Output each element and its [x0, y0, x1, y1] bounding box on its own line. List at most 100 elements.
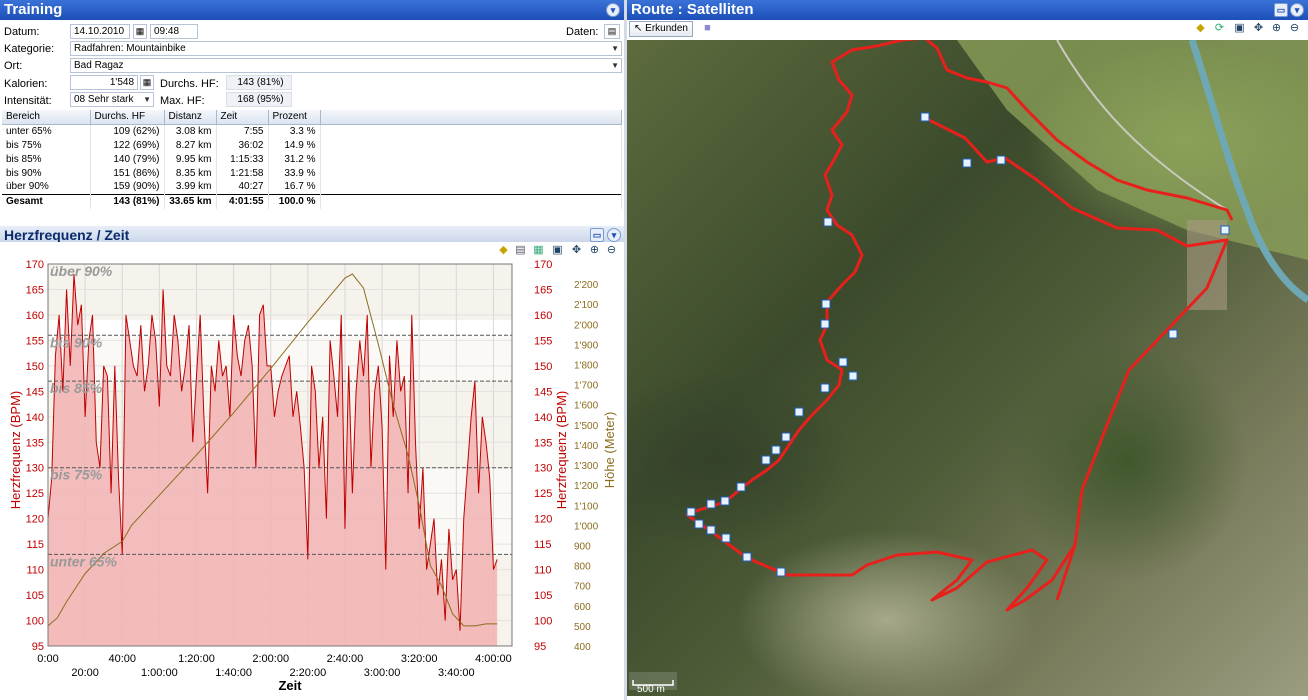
- kategorie-label: Kategorie:: [4, 43, 55, 55]
- time-field[interactable]: 09:48: [150, 24, 198, 39]
- cell: [320, 152, 622, 166]
- table-row[interactable]: unter 65% 109 (62%) 3.08 km 7:55 3.3 %: [2, 124, 622, 138]
- y2-tick-label: 1'400: [574, 441, 599, 452]
- cell: 151 (86%): [90, 166, 165, 180]
- calendar-icon[interactable]: ▦: [133, 24, 147, 39]
- x-tick-label: 1:00:00: [141, 667, 178, 679]
- col-durchs-hf[interactable]: Durchs. HF: [90, 110, 165, 125]
- col-zeit[interactable]: Zeit: [216, 110, 269, 125]
- datum-label: Datum:: [4, 26, 40, 38]
- layout-icon[interactable]: ▭: [1274, 3, 1288, 17]
- ort-label: Ort:: [4, 60, 23, 72]
- intensitaet-select[interactable]: 08 Sehr stark ▼: [70, 92, 154, 107]
- save-icon[interactable]: ▣: [551, 244, 564, 257]
- scale-label: 500 m: [637, 684, 665, 695]
- route-title: Route : Satelliten: [631, 1, 754, 18]
- y-tick-label-right: 105: [534, 590, 552, 602]
- y-tick-label-right: 110: [534, 565, 552, 577]
- y-tick-label: 95: [32, 641, 44, 653]
- refresh-icon[interactable]: ⟳: [1213, 22, 1226, 35]
- y-tick-label-right: 155: [534, 335, 552, 347]
- collapse-chevron-icon[interactable]: ▾: [1290, 3, 1304, 17]
- cell: 31.2 %: [268, 152, 321, 166]
- y-tick-label: 155: [26, 335, 44, 347]
- y2-tick-label: 900: [574, 541, 591, 552]
- y2-tick-label: 1'700: [574, 381, 599, 392]
- cell: 3.08 km: [164, 124, 217, 138]
- cell: 122 (69%): [90, 138, 165, 152]
- cell: bis 90%: [2, 166, 91, 180]
- calculator-icon[interactable]: ▦: [140, 75, 154, 90]
- y2-tick-label: 1'000: [574, 521, 599, 532]
- zoom-in-icon[interactable]: ⊕: [588, 244, 601, 257]
- zones-header-row: Bereich Durchs. HF Distanz Zeit Prozent: [2, 110, 622, 125]
- y-tick-label: 160: [26, 310, 44, 322]
- zoom-out-icon[interactable]: ⊖: [1288, 22, 1301, 35]
- ort-select[interactable]: Bad Ragaz ▼: [70, 58, 622, 73]
- pan-icon[interactable]: ✥: [570, 244, 583, 257]
- y2-tick-label: 400: [574, 642, 591, 653]
- cell: bis 75%: [2, 138, 91, 152]
- durchs-hf-value: 143 (81%): [226, 75, 292, 90]
- cell: [320, 138, 622, 152]
- chart-icon[interactable]: ▦: [532, 244, 545, 257]
- table-icon[interactable]: ▤: [514, 244, 527, 257]
- cell: 109 (62%): [90, 124, 165, 138]
- cell: 1:15:33: [216, 152, 269, 166]
- cell: 14.9 %: [268, 138, 321, 152]
- hr-chart[interactable]: über 90% bis 90% bis 85% bis 75% unter 65% 17…: [0, 260, 624, 700]
- y2-tick-label: 700: [574, 582, 591, 593]
- square-icon[interactable]: ■: [701, 22, 714, 35]
- date-field[interactable]: 14.10.2010: [70, 24, 130, 39]
- x-axis-label: Zeit: [278, 678, 302, 693]
- erkunden-label: Erkunden: [645, 23, 688, 34]
- y2-tick-label: 500: [574, 622, 591, 633]
- y-axis-label-right: Herzfrequenz (BPM): [554, 391, 569, 509]
- y-tick-label-right: 100: [534, 616, 552, 628]
- col-distanz[interactable]: Distanz: [164, 110, 217, 125]
- y-tick-label-right: 130: [534, 463, 552, 475]
- route-title-bar: Route : Satelliten ▭ ▾: [627, 0, 1308, 20]
- y2-tick-label: 1'300: [574, 461, 599, 472]
- zone-label: unter 65%: [50, 553, 117, 569]
- x-tick-label: 40:00: [108, 653, 136, 665]
- data-table-icon[interactable]: ▤: [604, 24, 620, 39]
- diamond-icon[interactable]: ◆: [497, 244, 510, 257]
- x-tick-label: 3:20:00: [401, 653, 438, 665]
- collapse-chevron-icon[interactable]: ▾: [607, 228, 621, 242]
- collapse-chevron-icon[interactable]: ▾: [606, 3, 620, 17]
- kategorie-select[interactable]: Radfahren: Mountainbike ▼: [70, 41, 622, 56]
- zoom-out-icon[interactable]: ⊖: [605, 244, 618, 257]
- y-axis-label: Herzfrequenz (BPM): [8, 391, 23, 509]
- dropdown-arrow-icon: ▼: [611, 44, 619, 53]
- satellite-map[interactable]: 500 m: [627, 40, 1308, 696]
- save-icon[interactable]: ▣: [1233, 22, 1246, 35]
- zoom-in-icon[interactable]: ⊕: [1270, 22, 1283, 35]
- cell: 1:21:58: [216, 166, 269, 180]
- kalorien-field[interactable]: 1'548: [70, 75, 138, 90]
- table-row[interactable]: bis 75% 122 (69%) 8.27 km 36:02 14.9 %: [2, 138, 622, 152]
- zone-band: [48, 335, 512, 382]
- cell: 40:27: [216, 180, 269, 194]
- zone-band: [48, 264, 512, 321]
- cell: über 90%: [2, 180, 91, 194]
- layout-icon[interactable]: ▭: [590, 228, 604, 242]
- table-row[interactable]: bis 90% 151 (86%) 8.35 km 1:21:58 33.9 %: [2, 166, 622, 180]
- diamond-icon[interactable]: ◆: [1194, 22, 1207, 35]
- y-tick-label: 165: [26, 284, 44, 296]
- cell: [320, 193, 622, 209]
- col-prozent[interactable]: Prozent: [268, 110, 321, 125]
- training-panel: Training ▾ Datum: 14.10.2010 ▦ 09:48 Dat…: [0, 0, 624, 700]
- cell: unter 65%: [2, 124, 91, 138]
- table-row[interactable]: bis 85% 140 (79%) 9.95 km 1:15:33 31.2 %: [2, 152, 622, 166]
- col-bereich[interactable]: Bereich: [2, 110, 91, 125]
- table-row[interactable]: über 90% 159 (90%) 3.99 km 40:27 16.7 %: [2, 180, 622, 194]
- col-filler: [320, 110, 622, 125]
- erkunden-button[interactable]: ↖ Erkunden: [629, 21, 693, 37]
- cell: 4:01:55: [216, 193, 269, 209]
- cell: 140 (79%): [90, 152, 165, 166]
- x-tick-label: 1:20:00: [178, 653, 215, 665]
- daten-label: Daten:: [566, 26, 599, 38]
- pan-icon[interactable]: ✥: [1252, 22, 1265, 35]
- training-title: Training: [4, 1, 63, 18]
